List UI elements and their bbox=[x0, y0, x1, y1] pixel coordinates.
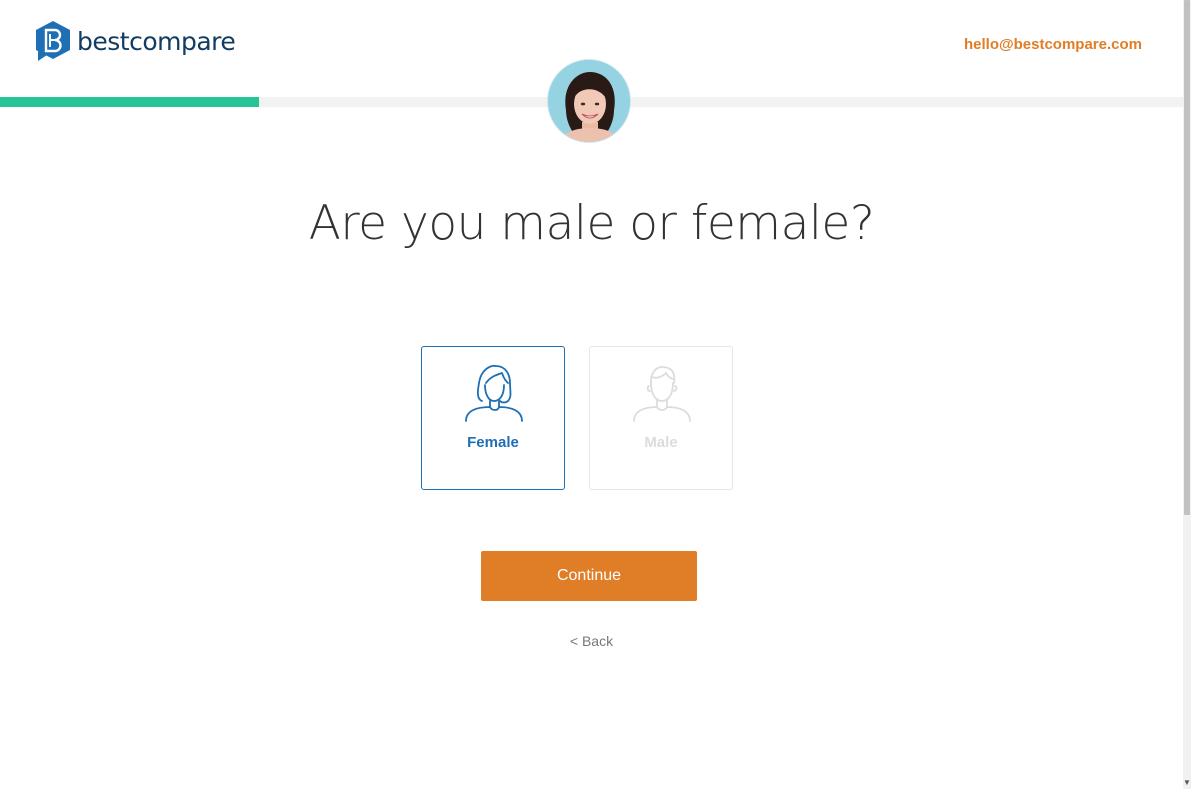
logo-mark-icon bbox=[36, 21, 70, 61]
scroll-down-arrow-icon[interactable]: ▼ bbox=[1183, 779, 1191, 787]
brand-name: bestcompare bbox=[77, 26, 236, 56]
female-person-icon bbox=[465, 364, 523, 422]
back-link[interactable]: < Back bbox=[0, 633, 1183, 649]
option-female-label: Female bbox=[467, 434, 519, 451]
continue-button[interactable]: Continue bbox=[481, 551, 697, 601]
page: bestcompare hello@bestcompare.com Are yo… bbox=[0, 0, 1183, 789]
advisor-photo-icon bbox=[548, 60, 630, 142]
male-person-icon bbox=[633, 366, 691, 422]
option-female-card[interactable]: Female bbox=[421, 346, 565, 490]
scrollbar-thumb[interactable] bbox=[1184, 0, 1190, 515]
progress-fill bbox=[0, 97, 260, 107]
vertical-scrollbar[interactable]: ▼ bbox=[1183, 0, 1191, 789]
question-heading: Are you male or female? bbox=[308, 196, 875, 251]
brand-logo[interactable]: bestcompare bbox=[34, 20, 236, 62]
contact-email-link[interactable]: hello@bestcompare.com bbox=[964, 36, 1142, 53]
option-male-label: Male bbox=[644, 434, 678, 451]
option-male-card[interactable]: Male bbox=[589, 346, 733, 490]
advisor-avatar bbox=[547, 59, 631, 143]
